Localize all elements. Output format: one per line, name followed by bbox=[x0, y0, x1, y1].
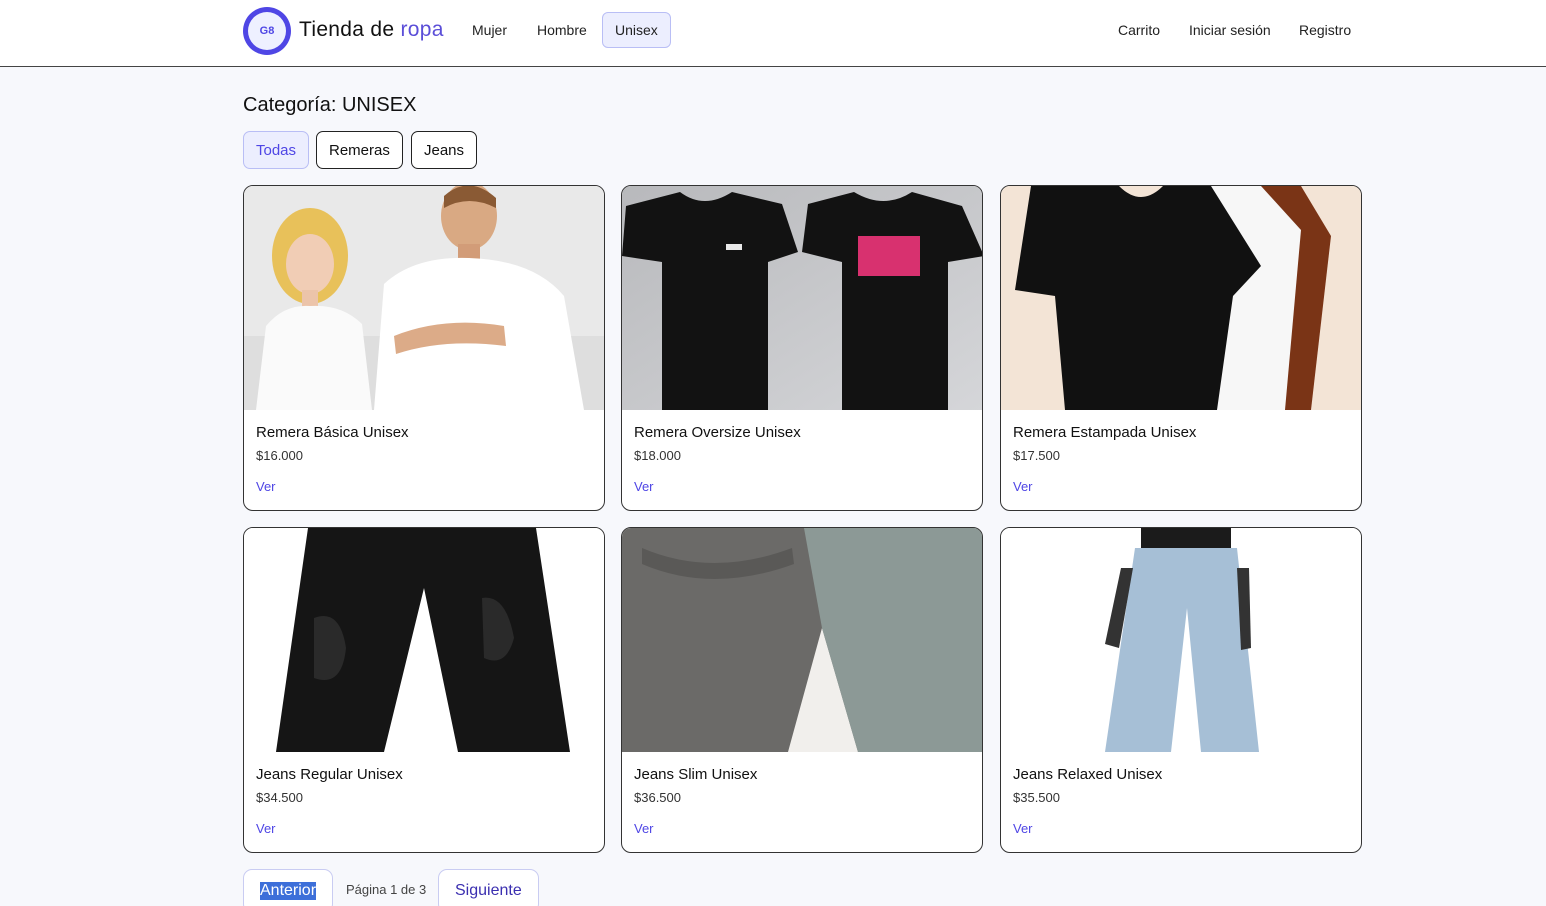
product-image[interactable] bbox=[622, 528, 982, 752]
product-price: $35.500 bbox=[1013, 790, 1060, 805]
product-price: $34.500 bbox=[256, 790, 303, 805]
product-name: Remera Oversize Unisex bbox=[634, 424, 801, 441]
view-link[interactable]: Ver bbox=[1013, 479, 1033, 494]
next-page-button[interactable]: Siguiente bbox=[438, 869, 539, 906]
product-card[interactable]: Jeans Slim Unisex $36.500 Ver bbox=[621, 527, 983, 853]
brand-accent: ropa bbox=[400, 18, 444, 41]
view-link[interactable]: Ver bbox=[634, 821, 654, 836]
prev-page-label: Anterior bbox=[260, 882, 317, 900]
logo[interactable]: G8 bbox=[243, 7, 291, 55]
logo-text: G8 bbox=[248, 12, 286, 50]
product-price: $17.500 bbox=[1013, 448, 1060, 463]
product-name: Jeans Relaxed Unisex bbox=[1013, 766, 1163, 783]
product-card[interactable]: Jeans Regular Unisex $34.500 Ver bbox=[243, 527, 605, 853]
product-name: Jeans Slim Unisex bbox=[634, 766, 758, 783]
brand-main: Tienda de bbox=[299, 18, 401, 41]
nav-unisex[interactable]: Unisex bbox=[602, 12, 671, 48]
product-name: Remera Básica Unisex bbox=[256, 424, 409, 441]
product-price: $36.500 bbox=[634, 790, 681, 805]
nav-mujer[interactable]: Mujer bbox=[459, 12, 520, 48]
product-image[interactable] bbox=[244, 186, 604, 410]
view-link[interactable]: Ver bbox=[256, 479, 276, 494]
nav-hombre[interactable]: Hombre bbox=[524, 12, 600, 48]
nav-carrito[interactable]: Carrito bbox=[1118, 12, 1160, 48]
brand-name[interactable]: Tienda de ropa bbox=[299, 18, 444, 42]
page-info: Página 1 de 3 bbox=[346, 882, 427, 897]
product-card[interactable]: Jeans Relaxed Unisex $35.500 Ver bbox=[1000, 527, 1362, 853]
product-price: $18.000 bbox=[634, 448, 681, 463]
nav-registro[interactable]: Registro bbox=[1299, 12, 1351, 48]
product-card[interactable]: Remera Básica Unisex $16.000 Ver bbox=[243, 185, 605, 511]
category-title: Categoría: UNISEX bbox=[243, 94, 417, 116]
filter-todas[interactable]: Todas bbox=[243, 131, 310, 169]
product-card[interactable]: Remera Estampada Unisex $17.500 Ver bbox=[1000, 185, 1362, 511]
product-price: $16.000 bbox=[256, 448, 303, 463]
product-image[interactable] bbox=[244, 528, 604, 752]
filter-jeans[interactable]: Jeans bbox=[411, 131, 478, 169]
product-image[interactable] bbox=[1001, 186, 1361, 410]
prev-page-button[interactable]: Anterior bbox=[243, 869, 334, 906]
view-link[interactable]: Ver bbox=[634, 479, 654, 494]
view-link[interactable]: Ver bbox=[1013, 821, 1033, 836]
product-card[interactable]: Remera Oversize Unisex $18.000 Ver bbox=[621, 185, 983, 511]
filter-remeras[interactable]: Remeras bbox=[316, 131, 403, 169]
top-navbar: G8 Tienda de ropa Mujer Hombre Unisex Ca… bbox=[0, 0, 1546, 67]
product-image[interactable] bbox=[1001, 528, 1361, 752]
product-name: Jeans Regular Unisex bbox=[256, 766, 403, 783]
view-link[interactable]: Ver bbox=[256, 821, 276, 836]
product-name: Remera Estampada Unisex bbox=[1013, 424, 1197, 441]
nav-iniciar-sesion[interactable]: Iniciar sesión bbox=[1189, 12, 1271, 48]
product-image[interactable] bbox=[622, 186, 982, 410]
